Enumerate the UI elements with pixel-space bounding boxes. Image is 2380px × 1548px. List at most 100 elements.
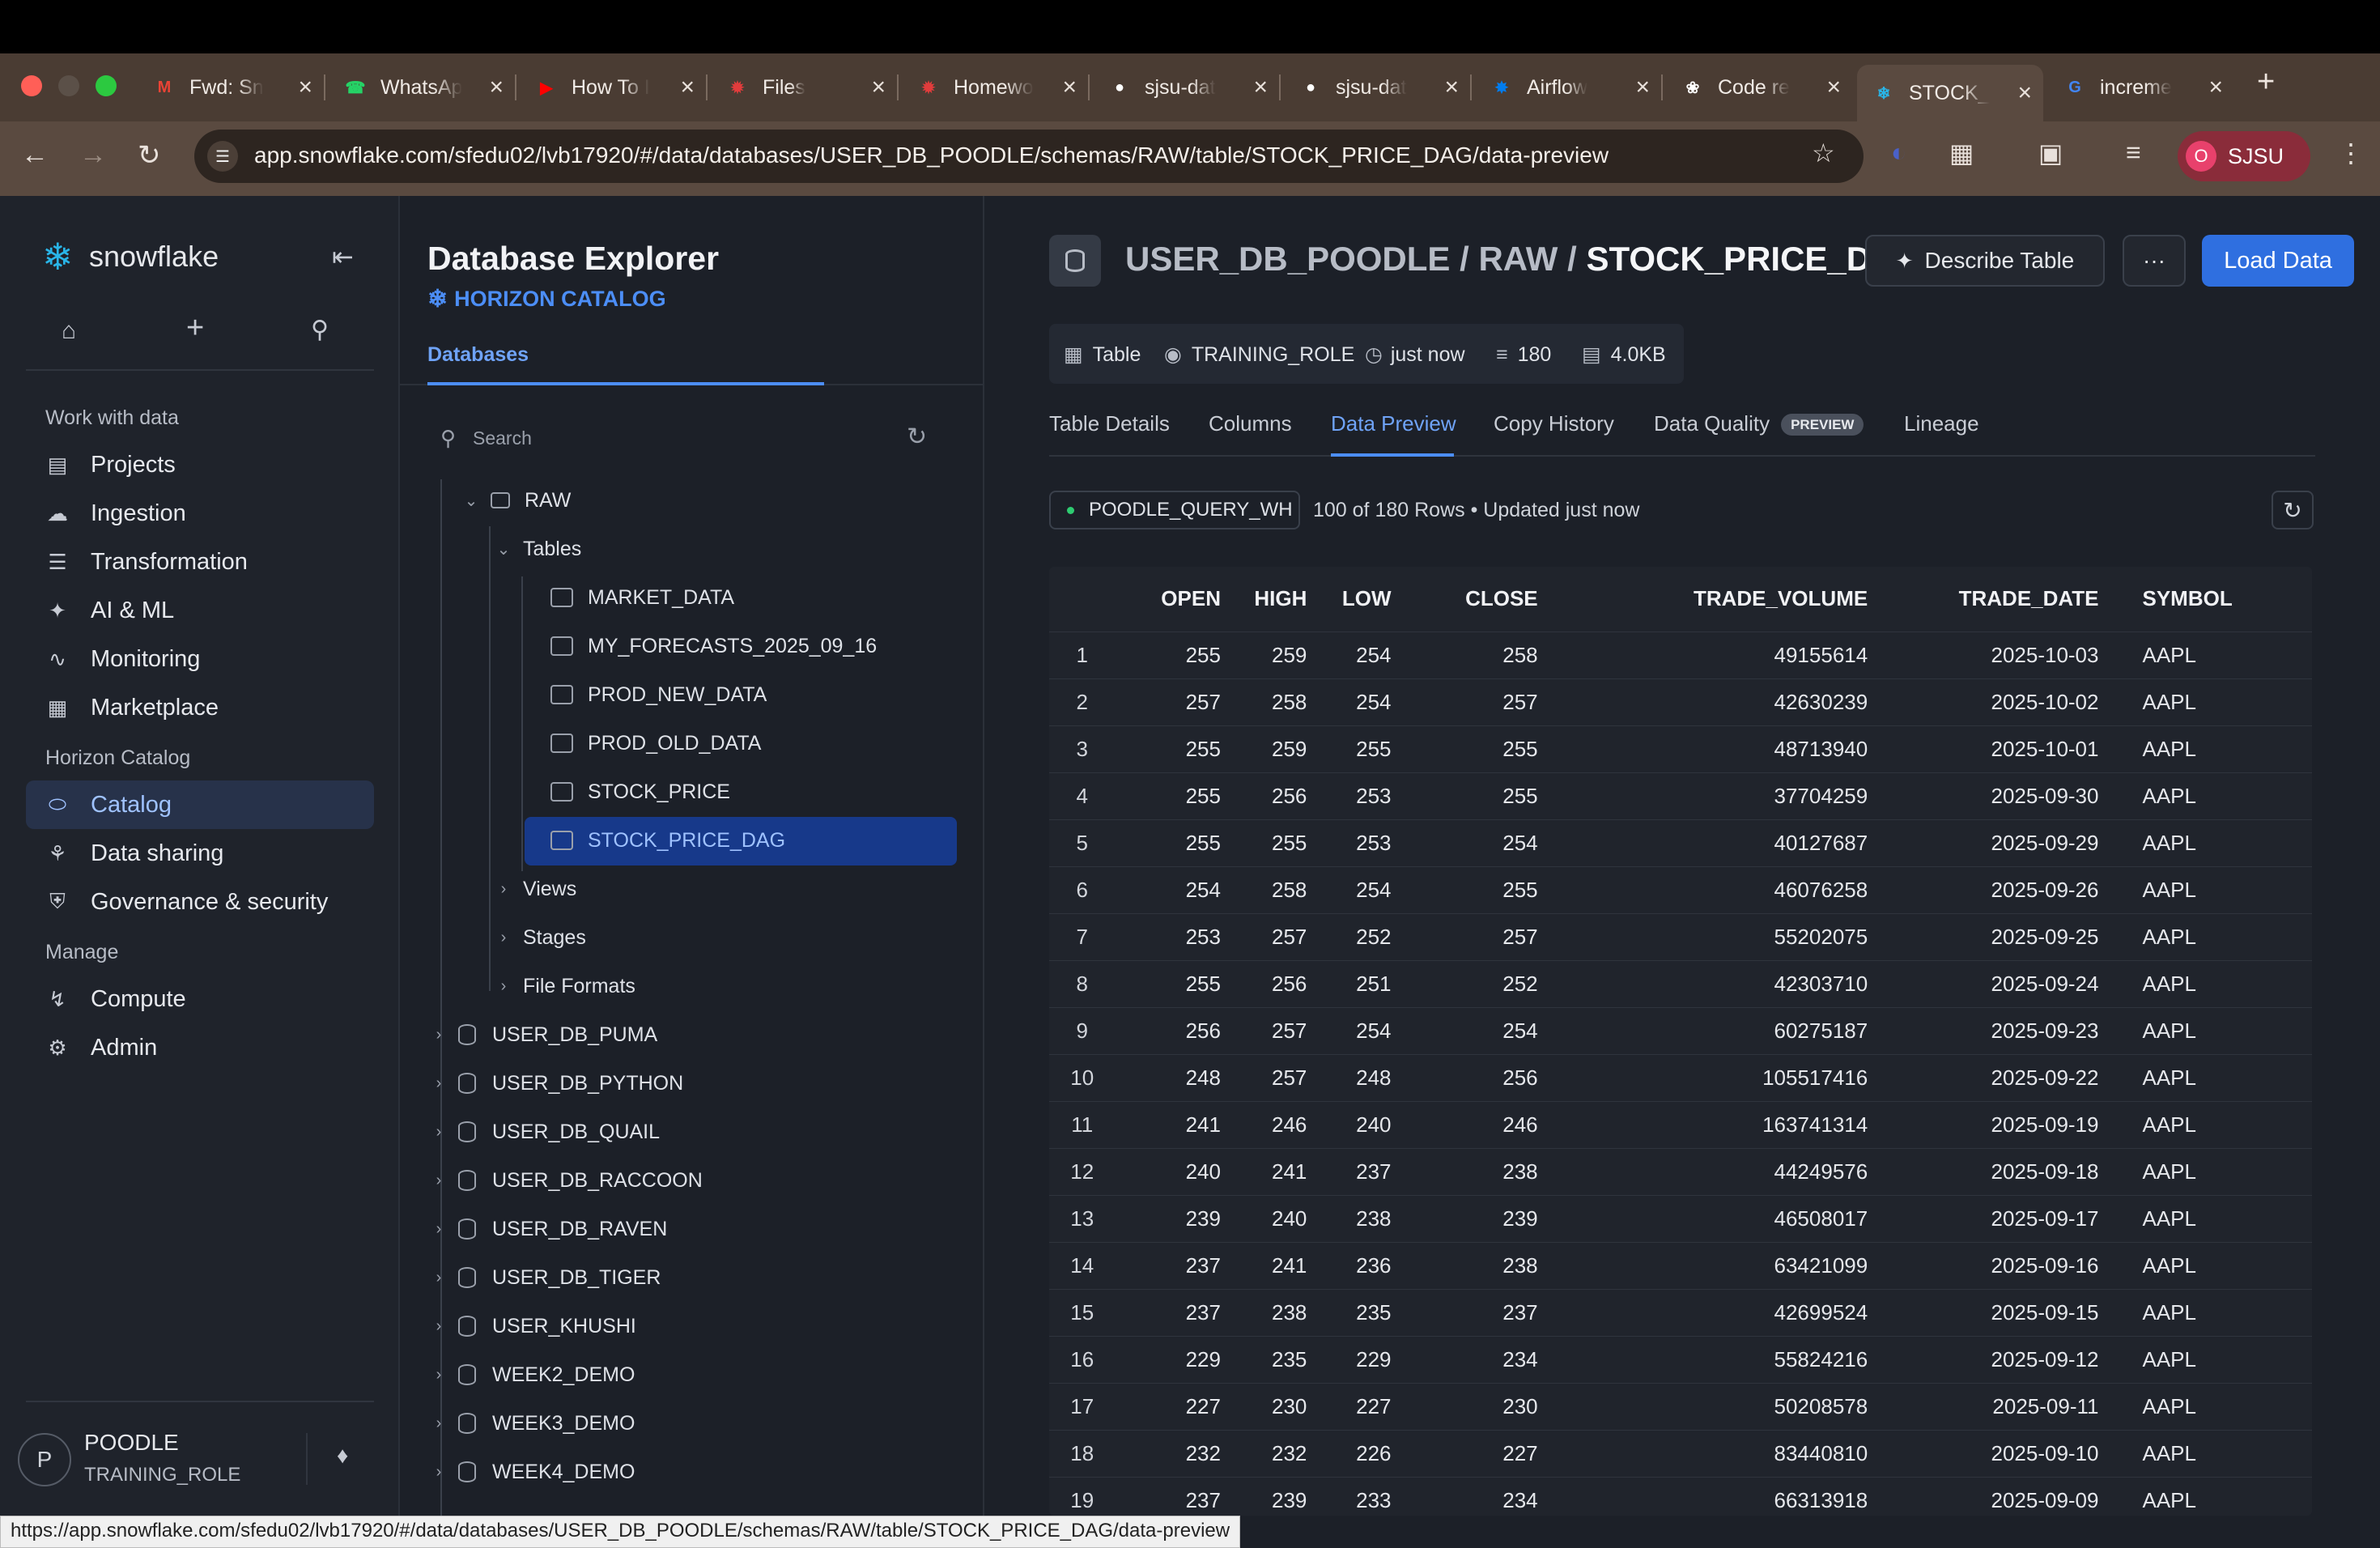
table-cell[interactable]: 46508017 — [1560, 1194, 1891, 1242]
notifications-bell-icon[interactable]: ♦ — [337, 1443, 348, 1469]
table-cell[interactable]: 258 — [1413, 631, 1561, 678]
table-row[interactable]: 16 229 235 229 234 55824216 2025-09-12 AAPL — [1049, 1335, 2312, 1383]
row-number[interactable]: 2 — [1049, 678, 1116, 725]
forward-icon[interactable]: → — [79, 139, 107, 171]
table-row[interactable]: 4 255 256 253 255 37704259 2025-09-30 AAPL — [1049, 772, 2312, 819]
column-header[interactable]: OPEN — [1116, 567, 1243, 632]
tab-databases[interactable]: Databases — [427, 343, 529, 367]
more-options-button[interactable]: ··· — [2123, 235, 2186, 287]
tree-database-item[interactable]: › WEEK4_DEMO — [431, 1452, 635, 1492]
table-cell[interactable]: 235 — [1243, 1335, 1330, 1383]
table-cell[interactable]: 257 — [1243, 1006, 1330, 1054]
table-cell[interactable]: 229 — [1329, 1335, 1414, 1383]
table-cell[interactable]: AAPL — [2121, 772, 2312, 819]
table-cell[interactable]: 2025-09-24 — [1890, 959, 2122, 1007]
sidebar-item-catalog[interactable]: ⬭ Catalog — [26, 780, 374, 829]
browser-menu-icon[interactable]: ⋮ — [2338, 138, 2364, 168]
table-row[interactable]: 6 254 258 254 255 46076258 2025-09-26 AAPL — [1049, 865, 2312, 913]
table-cell[interactable]: 248 — [1329, 1053, 1414, 1101]
table-cell[interactable]: 255 — [1243, 819, 1330, 866]
table-cell[interactable]: 235 — [1329, 1288, 1414, 1336]
row-number[interactable]: 12 — [1049, 1147, 1116, 1195]
table-cell[interactable]: 246 — [1243, 1100, 1330, 1148]
table-cell[interactable]: 240 — [1115, 1147, 1243, 1195]
tree-folder-file-formats[interactable]: › File Formats — [495, 966, 635, 1006]
table-cell[interactable]: 55202075 — [1560, 912, 1891, 960]
table-cell[interactable]: 50208578 — [1560, 1382, 1891, 1430]
table-cell[interactable]: 251 — [1329, 959, 1414, 1007]
row-number[interactable]: 8 — [1049, 959, 1116, 1007]
table-cell[interactable]: 257 — [1243, 912, 1330, 960]
table-cell[interactable]: 237 — [1413, 1288, 1561, 1336]
table-cell[interactable]: 66313918 — [1560, 1476, 1891, 1524]
refresh-icon[interactable]: ↻ — [907, 423, 927, 451]
table-cell[interactable]: 254 — [1115, 865, 1243, 913]
table-cell[interactable]: 2025-09-26 — [1890, 865, 2122, 913]
row-number[interactable]: 11 — [1049, 1100, 1116, 1148]
close-tab-icon[interactable]: × — [680, 74, 695, 101]
sidebar-item-governance-security[interactable]: ⛨ Governance & security — [26, 878, 374, 926]
browser-tab[interactable]: ✸ Airflow × — [1475, 65, 1661, 110]
table-cell[interactable]: 241 — [1243, 1241, 1330, 1289]
table-cell[interactable]: 255 — [1413, 772, 1561, 819]
sidebar-item-ingestion[interactable]: ☁ Ingestion — [26, 489, 374, 538]
table-cell[interactable]: 2025-09-25 — [1890, 912, 2122, 960]
explorer-search-input[interactable]: Search — [473, 427, 861, 452]
browser-tab[interactable]: ✹ Homewo × — [902, 65, 1088, 110]
table-cell[interactable]: 2025-10-03 — [1890, 631, 2122, 678]
tree-database-item[interactable]: › USER_DB_PYTHON — [431, 1063, 684, 1104]
table-cell[interactable]: 255 — [1115, 772, 1243, 819]
table-cell[interactable]: 2025-09-09 — [1890, 1476, 2122, 1524]
table-cell[interactable]: 254 — [1413, 1006, 1561, 1054]
table-row[interactable]: 7 253 257 252 257 55202075 2025-09-25 AAPL — [1049, 912, 2312, 960]
table-cell[interactable]: 238 — [1243, 1288, 1330, 1336]
user-name[interactable]: POODLE — [84, 1430, 179, 1456]
table-cell[interactable]: 255 — [1115, 959, 1243, 1007]
table-cell[interactable]: AAPL — [2121, 1241, 2312, 1289]
row-number[interactable]: 13 — [1049, 1194, 1116, 1242]
tree-folder-tables[interactable]: ⌄ Tables — [495, 529, 582, 569]
column-header[interactable]: HIGH — [1243, 567, 1329, 632]
table-cell[interactable]: 232 — [1115, 1429, 1243, 1477]
table-cell[interactable]: 257 — [1115, 678, 1243, 725]
new-tab-button[interactable]: + — [2257, 65, 2275, 100]
table-cell[interactable]: 2025-09-17 — [1890, 1194, 2122, 1242]
table-cell[interactable]: 227 — [1413, 1429, 1561, 1477]
close-tab-icon[interactable]: × — [1444, 74, 1459, 101]
browser-tab[interactable]: ❀ Code re × — [1666, 65, 1852, 110]
table-cell[interactable]: 2025-09-18 — [1890, 1147, 2122, 1195]
table-cell[interactable]: AAPL — [2121, 912, 2312, 960]
table-cell[interactable]: 2025-09-15 — [1890, 1288, 2122, 1336]
table-row[interactable]: 13 239 240 238 239 46508017 2025-09-17 AAPL — [1049, 1194, 2312, 1242]
table-row[interactable]: 1 255 259 254 258 49155614 2025-10-03 AAPL — [1049, 631, 2312, 678]
table-row[interactable]: 17 227 230 227 230 50208578 2025-09-11 AAPL — [1049, 1382, 2312, 1430]
browser-tab[interactable]: Gincreme × — [2048, 65, 2234, 110]
close-tab-icon[interactable]: × — [1062, 74, 1077, 101]
breadcrumb-database[interactable]: USER_DB_POODLE — [1125, 240, 1450, 278]
row-number[interactable]: 10 — [1049, 1053, 1116, 1101]
minimize-window-button[interactable] — [58, 75, 79, 96]
table-cell[interactable]: AAPL — [2121, 1006, 2312, 1054]
row-number[interactable]: 16 — [1049, 1335, 1116, 1383]
row-number[interactable]: 1 — [1049, 631, 1116, 678]
refresh-preview-button[interactable]: ↻ — [2272, 491, 2314, 529]
describe-table-button[interactable]: ✦ Describe Table — [1865, 235, 2105, 287]
table-cell[interactable]: 258 — [1243, 678, 1330, 725]
load-data-button[interactable]: Load Data — [2202, 235, 2354, 287]
table-row[interactable]: 5 255 255 253 254 40127687 2025-09-29 AAPL — [1049, 819, 2312, 866]
table-cell[interactable]: 2025-09-22 — [1890, 1053, 2122, 1101]
table-cell[interactable]: 239 — [1115, 1194, 1243, 1242]
row-number[interactable]: 6 — [1049, 865, 1116, 913]
table-cell[interactable]: 37704259 — [1560, 772, 1891, 819]
tab-columns[interactable]: Columns — [1209, 411, 1292, 436]
table-cell[interactable]: 227 — [1115, 1382, 1243, 1430]
table-row[interactable]: 18 232 232 226 227 83440810 2025-09-10 AAPL — [1049, 1429, 2312, 1477]
sidebar-item-monitoring[interactable]: ∿ Monitoring — [26, 635, 374, 683]
tree-schema-raw[interactable]: ⌄ RAW — [463, 480, 572, 521]
table-cell[interactable]: 2025-09-12 — [1890, 1335, 2122, 1383]
table-cell[interactable]: 252 — [1329, 912, 1414, 960]
table-cell[interactable]: 254 — [1413, 819, 1561, 866]
table-cell[interactable]: 163741314 — [1560, 1100, 1891, 1148]
table-cell[interactable]: 256 — [1115, 1006, 1243, 1054]
row-number[interactable]: 14 — [1049, 1241, 1116, 1289]
